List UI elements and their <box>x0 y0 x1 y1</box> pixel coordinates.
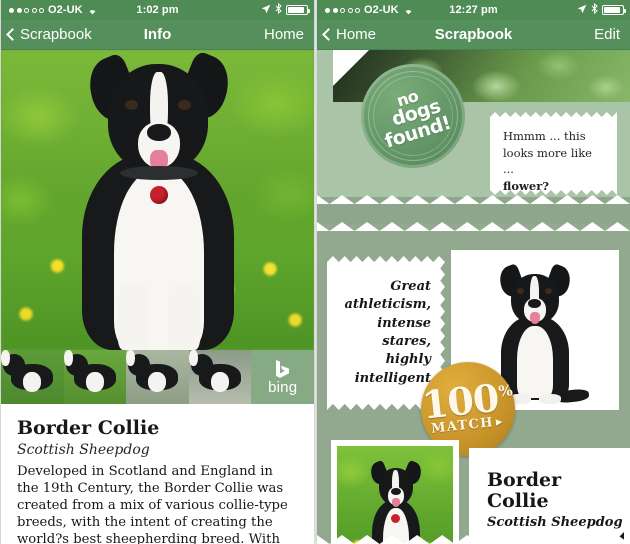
note-line-1: Hmmm ... this <box>503 129 586 143</box>
back-button-label: Home <box>336 26 377 43</box>
bing-logo-icon <box>276 360 290 378</box>
thumbnail-4[interactable] <box>188 350 252 404</box>
thumbnail-strip: bing <box>1 350 314 404</box>
note-line-2: looks more like ... <box>503 145 592 177</box>
border-collie-field-illustration <box>360 459 430 544</box>
back-button-scrapbook[interactable]: Scrapbook <box>1 26 92 43</box>
status-bar-right: O2-UK 12:27 pm <box>317 0 630 20</box>
no-dogs-found-badge[interactable]: no dogs found! <box>356 59 470 173</box>
breed-title-line-2: Collie <box>487 489 549 512</box>
breed-subtitle: Scottish Sheepdog <box>17 441 150 458</box>
quote-card-text: Great athleticism, intense stares, highl… <box>344 278 432 386</box>
border-collie-illustration <box>58 50 258 350</box>
clock-label: 12:27 pm <box>449 4 498 16</box>
breed-description: Developed in Scotland and England in the… <box>17 463 288 544</box>
thumbnail-3[interactable] <box>126 350 189 404</box>
battery-icon <box>602 5 626 15</box>
app-screenshot: O2-UK 1:02 pm Scrapbook Info Home bing B… <box>0 0 630 544</box>
back-button-home[interactable]: Home <box>317 26 376 43</box>
field-photo-card[interactable] <box>331 440 459 544</box>
scrapbook-canvas: no dogs found! Hmmm ... this looks more … <box>317 50 630 544</box>
play-arrow-icon: ▸ <box>495 414 506 431</box>
field-photo-image <box>337 446 453 544</box>
note-card-text: Hmmm ... this looks more like ... flower… <box>503 128 604 195</box>
percent-sign: % <box>497 381 514 401</box>
home-button[interactable]: Home <box>264 26 314 43</box>
thumbnail-1[interactable] <box>1 350 64 404</box>
note-card[interactable]: Hmmm ... this looks more like ... flower… <box>490 112 617 195</box>
scrapbook-screen: O2-UK 12:27 pm Home Scrapbook Edit no do… <box>317 0 630 544</box>
breed-title-line-1: Border <box>487 469 562 491</box>
breed-title: Border Collie <box>17 417 160 439</box>
clock-label: 1:02 pm <box>136 4 179 16</box>
thumbnail-2[interactable] <box>63 350 127 404</box>
corner-fold-decoration <box>333 50 369 86</box>
chevron-left-icon <box>6 28 19 41</box>
article-section: Border Collie Scottish Sheepdog Develope… <box>1 404 314 544</box>
edit-button[interactable]: Edit <box>594 26 630 43</box>
back-button-label: Scrapbook <box>20 26 92 43</box>
bing-wordmark: bing <box>268 379 298 396</box>
battery-icon <box>286 5 310 15</box>
nav-bar-left: Scrapbook Info Home <box>1 20 314 50</box>
bing-attribution[interactable]: bing <box>251 350 314 404</box>
breed-subtitle: Scottish Sheepdog <box>487 515 623 531</box>
info-screen: O2-UK 1:02 pm Scrapbook Info Home bing B… <box>1 0 314 544</box>
chevron-left-icon <box>322 28 335 41</box>
breed-title-card[interactable]: Border Collie Scottish Sheepdog <box>469 448 630 544</box>
nav-bar-right: Home Scrapbook Edit <box>317 20 630 50</box>
status-bar-left: O2-UK 1:02 pm <box>1 0 314 20</box>
hero-photo[interactable] <box>1 50 314 350</box>
